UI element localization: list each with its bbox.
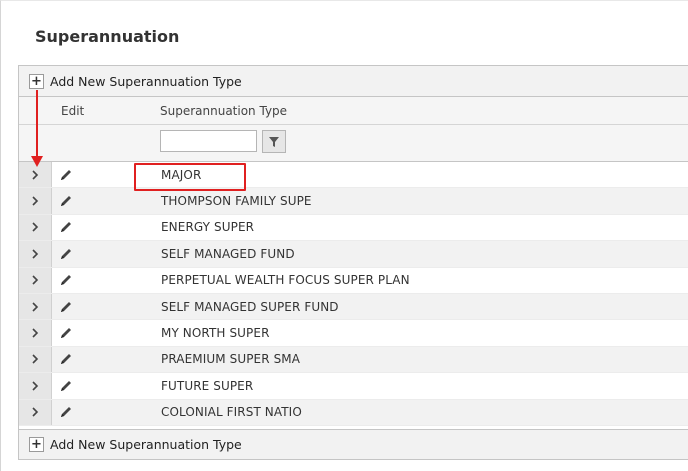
expand-row-chevron-icon[interactable] bbox=[19, 373, 52, 399]
table-row: ENERGY SUPER bbox=[19, 214, 688, 242]
expand-row-chevron-icon[interactable] bbox=[19, 188, 52, 214]
column-header-superannuation-type[interactable]: Superannuation Type bbox=[160, 104, 287, 118]
superannuation-type-cell: SELF MANAGED FUND bbox=[161, 246, 295, 261]
filter-icon[interactable] bbox=[262, 130, 286, 153]
superannuation-type-cell: PERPETUAL WEALTH FOCUS SUPER PLAN bbox=[161, 273, 410, 288]
edit-pencil-icon[interactable] bbox=[59, 400, 73, 425]
edit-pencil-icon[interactable] bbox=[59, 215, 73, 240]
add-button-label: Add New Superannuation Type bbox=[50, 436, 242, 452]
expand-row-chevron-icon[interactable] bbox=[19, 293, 52, 320]
expand-row-chevron-icon[interactable] bbox=[19, 214, 52, 241]
grid-header: Edit Superannuation Type bbox=[19, 97, 688, 125]
grid-rows: MAJOR THOMPSON FAMILY SUPE ENERGY SUPER SEL… bbox=[19, 162, 688, 426]
table-row: MY NORTH SUPER bbox=[19, 320, 688, 347]
expand-row-chevron-icon[interactable] bbox=[19, 267, 52, 293]
grid-toolbar-bottom: + Add New Superannuation Type bbox=[19, 429, 688, 459]
annotation-highlight-box bbox=[134, 163, 246, 191]
add-button-label: Add New Superannuation Type bbox=[50, 73, 242, 89]
edit-pencil-icon[interactable] bbox=[59, 162, 73, 187]
superannuation-panel: Superannuation + Add New Superannuation … bbox=[0, 0, 688, 471]
superannuation-type-cell: FUTURE SUPER bbox=[161, 378, 254, 393]
edit-pencil-icon[interactable] bbox=[59, 188, 73, 213]
superannuation-type-cell: ENERGY SUPER bbox=[161, 220, 255, 235]
table-row: PERPETUAL WEALTH FOCUS SUPER PLAN bbox=[19, 267, 688, 294]
grid-filter-row bbox=[19, 125, 688, 162]
add-superannuation-type-button[interactable]: + Add New Superannuation Type bbox=[29, 72, 242, 90]
table-row: FUTURE SUPER bbox=[19, 373, 688, 400]
edit-pencil-icon[interactable] bbox=[59, 294, 73, 319]
edit-pencil-icon[interactable] bbox=[59, 320, 73, 345]
superannuation-type-cell: PRAEMIUM SUPER SMA bbox=[161, 352, 301, 367]
superannuation-type-cell: THOMPSON FAMILY SUPE bbox=[161, 194, 312, 209]
table-row: THOMPSON FAMILY SUPE bbox=[19, 188, 688, 215]
column-header-edit: Edit bbox=[61, 104, 85, 118]
table-row: SELF MANAGED FUND bbox=[19, 241, 688, 268]
edit-pencil-icon[interactable] bbox=[59, 373, 73, 398]
edit-pencil-icon[interactable] bbox=[59, 241, 73, 266]
table-row: MAJOR bbox=[19, 162, 688, 189]
expand-row-chevron-icon[interactable] bbox=[19, 346, 52, 373]
superannuation-grid: + Add New Superannuation Type Edit Super… bbox=[18, 65, 688, 460]
table-row: SELF MANAGED SUPER FUND bbox=[19, 293, 688, 321]
annotation-arrow-line bbox=[36, 90, 38, 158]
expand-row-chevron-icon[interactable] bbox=[19, 320, 52, 346]
plus-icon: + bbox=[29, 73, 44, 89]
superannuation-type-cell: COLONIAL FIRST NATIO bbox=[161, 405, 302, 420]
edit-pencil-icon[interactable] bbox=[59, 268, 73, 293]
superannuation-type-filter-input[interactable] bbox=[160, 130, 257, 152]
page-title: Superannuation bbox=[35, 27, 180, 46]
edit-pencil-icon[interactable] bbox=[59, 347, 73, 372]
superannuation-type-cell: SELF MANAGED SUPER FUND bbox=[161, 299, 339, 314]
annotation-arrow-head bbox=[31, 156, 43, 167]
superannuation-type-cell: MY NORTH SUPER bbox=[161, 326, 270, 341]
expand-row-chevron-icon[interactable] bbox=[19, 399, 52, 425]
add-superannuation-type-button-bottom[interactable]: + Add New Superannuation Type bbox=[29, 435, 242, 453]
table-row: COLONIAL FIRST NATIO bbox=[19, 399, 688, 426]
plus-icon: + bbox=[29, 436, 44, 452]
table-row: PRAEMIUM SUPER SMA bbox=[19, 346, 688, 374]
grid-toolbar-top: + Add New Superannuation Type bbox=[19, 66, 688, 97]
expand-row-chevron-icon[interactable] bbox=[19, 241, 52, 267]
